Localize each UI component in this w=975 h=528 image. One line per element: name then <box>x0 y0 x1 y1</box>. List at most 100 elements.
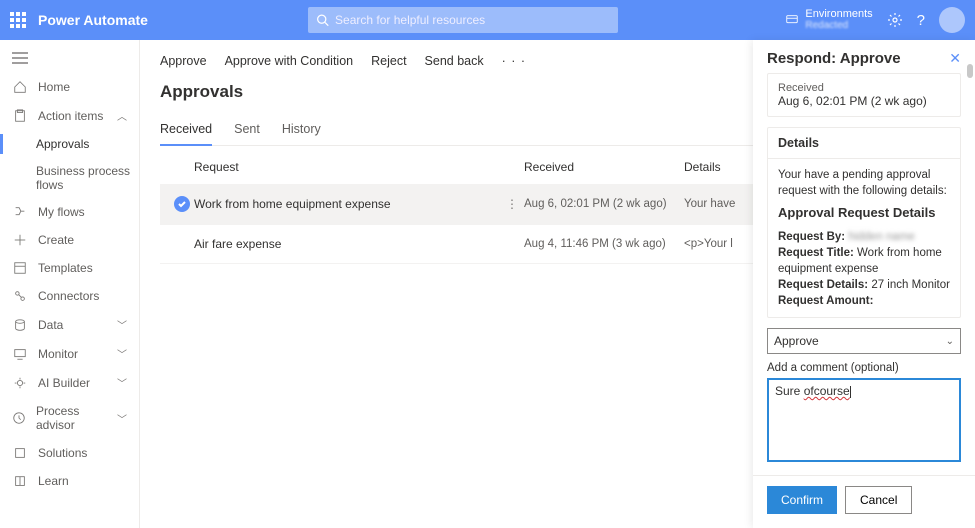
sidebar-item-monitor[interactable]: Monitor ﹀ <box>0 339 139 368</box>
respond-panel: Respond: Approve ✕ Received Aug 6, 02:01… <box>753 40 975 528</box>
request-amount-label: Request Amount: <box>778 295 873 307</box>
sidebar-item-ai-builder[interactable]: AI Builder ﹀ <box>0 368 139 397</box>
confirm-button[interactable]: Confirm <box>767 486 837 514</box>
tab-sent[interactable]: Sent <box>234 116 260 145</box>
sidebar-item-label: Action items <box>38 109 103 123</box>
sidebar-item-label: Solutions <box>38 446 87 460</box>
request-by-value: hidden name <box>848 231 915 243</box>
sidebar-item-label: Approvals <box>36 137 89 151</box>
text-cursor <box>850 386 851 398</box>
row-received: Aug 4, 11:46 PM (3 wk ago) <box>524 238 684 250</box>
sidebar-item-label: AI Builder <box>38 376 90 390</box>
sidebar-item-solutions[interactable]: Solutions <box>0 439 139 467</box>
sidebar-item-label: Learn <box>38 474 69 488</box>
sidebar-item-label: Data <box>38 318 63 332</box>
cancel-button[interactable]: Cancel <box>845 486 912 514</box>
flow-icon <box>12 205 28 219</box>
comment-label: Add a comment (optional) <box>767 362 961 374</box>
book-icon <box>12 474 28 488</box>
brand-title: Power Automate <box>38 12 148 28</box>
row-title: Work from home equipment expense <box>194 197 391 211</box>
chevron-up-icon: ︿ <box>117 108 127 123</box>
received-value: Aug 6, 02:01 PM (2 wk ago) <box>778 94 950 108</box>
cmd-approve[interactable]: Approve <box>160 54 207 68</box>
cmd-reject[interactable]: Reject <box>371 54 406 68</box>
help-icon[interactable]: ? <box>917 12 925 29</box>
panel-title: Respond: Approve <box>767 50 901 67</box>
sidebar-item-connectors[interactable]: Connectors <box>0 282 139 310</box>
process-icon <box>12 411 26 425</box>
monitor-icon <box>12 347 28 361</box>
search-icon <box>316 13 329 27</box>
sidebar-item-label: Home <box>38 80 70 94</box>
cmd-approve-condition[interactable]: Approve with Condition <box>225 54 354 68</box>
cmd-overflow[interactable]: · · · <box>502 54 526 68</box>
sidebar-item-templates[interactable]: Templates <box>0 254 139 282</box>
check-icon[interactable] <box>174 196 190 212</box>
sidebar-item-my-flows[interactable]: My flows <box>0 198 139 226</box>
sidebar-item-data[interactable]: Data ﹀ <box>0 310 139 339</box>
tab-history[interactable]: History <box>282 116 321 145</box>
sidebar-item-home[interactable]: Home <box>0 73 139 101</box>
plus-icon <box>12 233 28 247</box>
request-title-label: Request Title: <box>778 247 854 259</box>
sidebar-item-label: Create <box>38 233 74 247</box>
environment-icon <box>785 13 799 27</box>
comment-input[interactable]: Sure ofcourse <box>767 378 961 462</box>
details-header: Details <box>768 128 960 159</box>
sidebar-item-label: Process advisor <box>36 404 107 432</box>
sidebar-item-label: Monitor <box>38 347 78 361</box>
request-details-value: 27 inch Monitor <box>871 279 950 291</box>
row-received: Aug 6, 02:01 PM (2 wk ago) <box>524 198 684 210</box>
received-label: Received <box>778 82 950 94</box>
scrollbar-thumb[interactable] <box>967 64 973 78</box>
request-details-label: Request Details: <box>778 279 868 291</box>
gear-icon[interactable] <box>887 12 903 28</box>
sidebar-item-action-items[interactable]: Action items ︿ <box>0 101 139 130</box>
database-icon <box>12 318 28 332</box>
cmd-send-back[interactable]: Send back <box>425 54 484 68</box>
action-select[interactable]: Approve ⌄ <box>767 328 961 354</box>
sidebar-item-label: My flows <box>38 205 85 219</box>
details-intro: Your have a pending approval request wit… <box>778 167 950 199</box>
chevron-down-icon: ﹀ <box>117 346 127 361</box>
sidebar-item-label: Templates <box>38 261 93 275</box>
comment-text-prefix: Sure <box>775 384 804 398</box>
environment-picker[interactable]: Environments Redacted <box>785 8 872 32</box>
environment-label: Environments <box>805 8 872 20</box>
row-more-icon[interactable]: ⋮ <box>500 197 524 211</box>
sidebar: Home Action items ︿ Approvals Business pr… <box>0 40 140 528</box>
clipboard-icon <box>12 109 28 123</box>
search-box[interactable] <box>308 7 618 33</box>
sidebar-item-label: Connectors <box>38 289 99 303</box>
col-received: Received <box>524 160 684 174</box>
approval-request-details-heading: Approval Request Details <box>778 205 950 221</box>
environment-value: Redacted <box>805 20 872 32</box>
templates-icon <box>12 261 28 275</box>
top-bar: Power Automate Environments Redacted ? <box>0 0 975 40</box>
home-icon <box>12 80 28 94</box>
avatar[interactable] <box>939 7 965 33</box>
sidebar-item-approvals[interactable]: Approvals <box>0 130 139 158</box>
chevron-down-icon: ⌄ <box>946 336 954 347</box>
row-title: Air fare expense <box>194 237 281 251</box>
col-request: Request <box>194 160 524 174</box>
ai-icon <box>12 376 28 390</box>
app-launcher-icon[interactable] <box>10 12 26 28</box>
hamburger-icon[interactable] <box>0 46 139 73</box>
solutions-icon <box>12 446 28 460</box>
chevron-down-icon: ﹀ <box>117 375 127 390</box>
sidebar-item-bpf[interactable]: Business process flows <box>0 158 139 198</box>
action-select-value: Approve <box>774 334 819 348</box>
comment-text-misspelled: ofcourse <box>804 384 850 398</box>
search-input[interactable] <box>335 13 610 27</box>
chevron-down-icon: ﹀ <box>117 317 127 332</box>
close-icon[interactable]: ✕ <box>949 50 961 67</box>
chevron-down-icon: ﹀ <box>117 411 127 426</box>
request-by-label: Request By: <box>778 231 845 243</box>
sidebar-item-process-advisor[interactable]: Process advisor ﹀ <box>0 397 139 439</box>
tab-received[interactable]: Received <box>160 116 212 146</box>
sidebar-item-create[interactable]: Create <box>0 226 139 254</box>
sidebar-item-learn[interactable]: Learn <box>0 467 139 495</box>
connectors-icon <box>12 289 28 303</box>
